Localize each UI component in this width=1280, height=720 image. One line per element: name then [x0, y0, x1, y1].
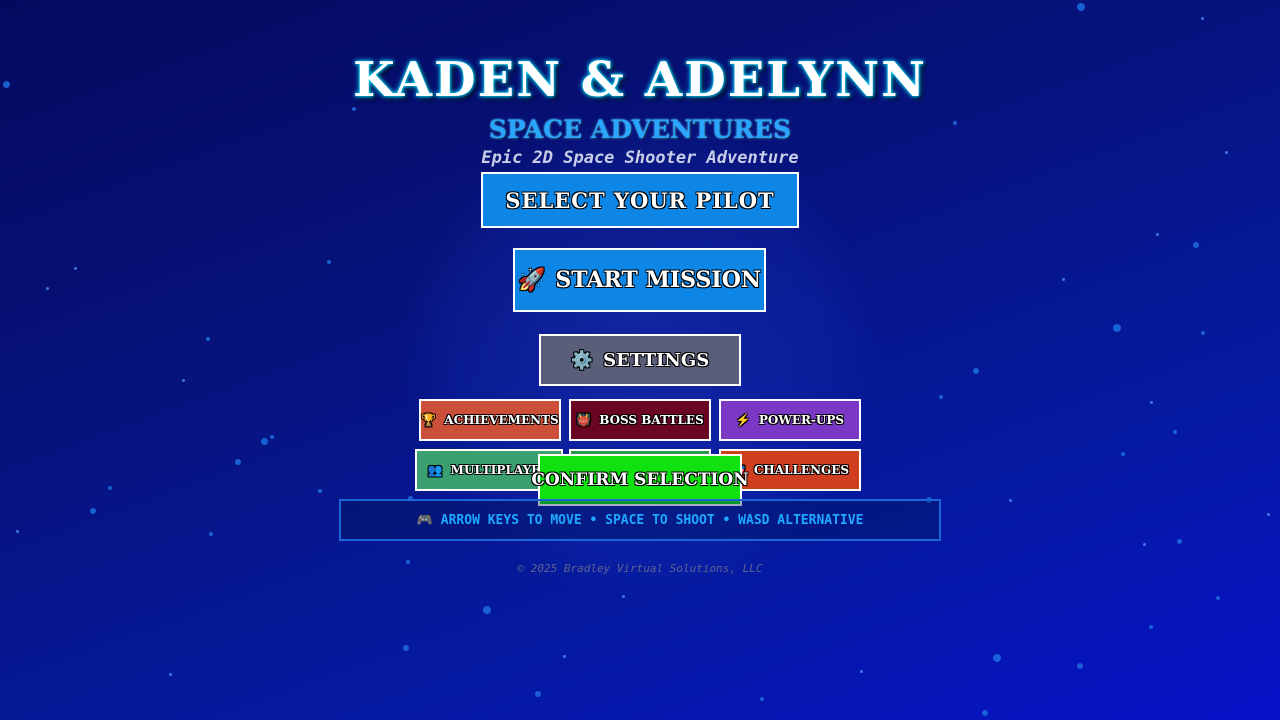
star — [982, 710, 988, 716]
settings-label: SETTINGS — [603, 349, 710, 371]
start-mission-label: START MISSION — [555, 267, 761, 293]
star — [209, 532, 213, 536]
star — [1193, 242, 1199, 248]
star — [760, 697, 764, 701]
star — [108, 486, 112, 490]
star — [1216, 596, 1220, 600]
star — [1077, 663, 1083, 669]
lightning-icon: ⚡ — [735, 413, 751, 427]
star — [73, 266, 77, 270]
star — [168, 672, 172, 676]
star — [327, 260, 331, 264]
star — [45, 286, 49, 290]
star — [1155, 232, 1159, 236]
star — [270, 435, 274, 439]
star — [1149, 625, 1153, 629]
star — [1121, 452, 1125, 456]
star — [1113, 324, 1121, 332]
controls-text: ARROW KEYS TO MOVE • SPACE TO SHOOT • WA… — [440, 512, 864, 528]
star — [318, 489, 322, 493]
power-ups-button[interactable]: ⚡ POWER-UPS — [719, 399, 861, 441]
gamepad-icon: 🎮 — [416, 512, 433, 528]
users-icon: 👥 — [427, 463, 443, 477]
star — [1173, 430, 1177, 434]
controls-hint: 🎮 ARROW KEYS TO MOVE • SPACE TO SHOOT • … — [339, 499, 941, 541]
star — [15, 529, 19, 533]
star — [939, 395, 943, 399]
game-title: KADEN & ADELYNN — [352, 52, 927, 108]
gear-icon: ⚙️ — [570, 349, 594, 371]
copyright-text: © 2025 Bradley Virtual Solutions, LLC — [517, 562, 763, 575]
star — [181, 378, 185, 382]
star — [260, 437, 268, 445]
star — [1176, 538, 1182, 544]
star — [206, 337, 210, 341]
confirm-selection-label: CONFIRM SELECTION — [531, 470, 749, 490]
game-tagline: Epic 2D Space Shooter Adventure — [481, 148, 799, 168]
star — [1201, 331, 1205, 335]
star — [483, 606, 491, 614]
game-subtitle: SPACE ADVENTURES — [488, 115, 792, 144]
star — [403, 645, 409, 651]
star — [562, 654, 566, 658]
select-pilot-button[interactable]: SELECT YOUR PILOT — [481, 172, 799, 228]
star — [859, 669, 863, 673]
star — [1077, 3, 1085, 11]
star — [535, 691, 541, 697]
boss-battles-label: BOSS BATTLES — [599, 413, 704, 427]
select-pilot-label: SELECT YOUR PILOT — [505, 187, 775, 213]
power-ups-label: POWER-UPS — [758, 413, 845, 427]
star — [1008, 498, 1012, 502]
trophy-icon: 🏆 — [421, 413, 437, 427]
settings-button[interactable]: ⚙️ SETTINGS — [539, 334, 741, 386]
star — [1061, 277, 1065, 281]
achievements-button[interactable]: 🏆 ACHIEVEMENTS — [419, 399, 561, 441]
star — [235, 459, 241, 465]
star — [621, 594, 625, 598]
star — [993, 654, 1001, 662]
star — [1266, 512, 1270, 516]
challenges-label: CHALLENGES — [753, 463, 850, 477]
start-mission-button[interactable]: 🚀 START MISSION — [513, 248, 766, 312]
star — [1142, 542, 1146, 546]
star — [1200, 16, 1204, 20]
star — [90, 508, 96, 514]
rocket-icon: 🚀 — [518, 267, 546, 293]
star — [973, 368, 979, 374]
ogre-icon: 👹 — [576, 413, 592, 427]
boss-battles-button[interactable]: 👹 BOSS BATTLES — [569, 399, 711, 441]
achievements-label: ACHIEVEMENTS — [444, 413, 559, 427]
star — [1149, 400, 1153, 404]
